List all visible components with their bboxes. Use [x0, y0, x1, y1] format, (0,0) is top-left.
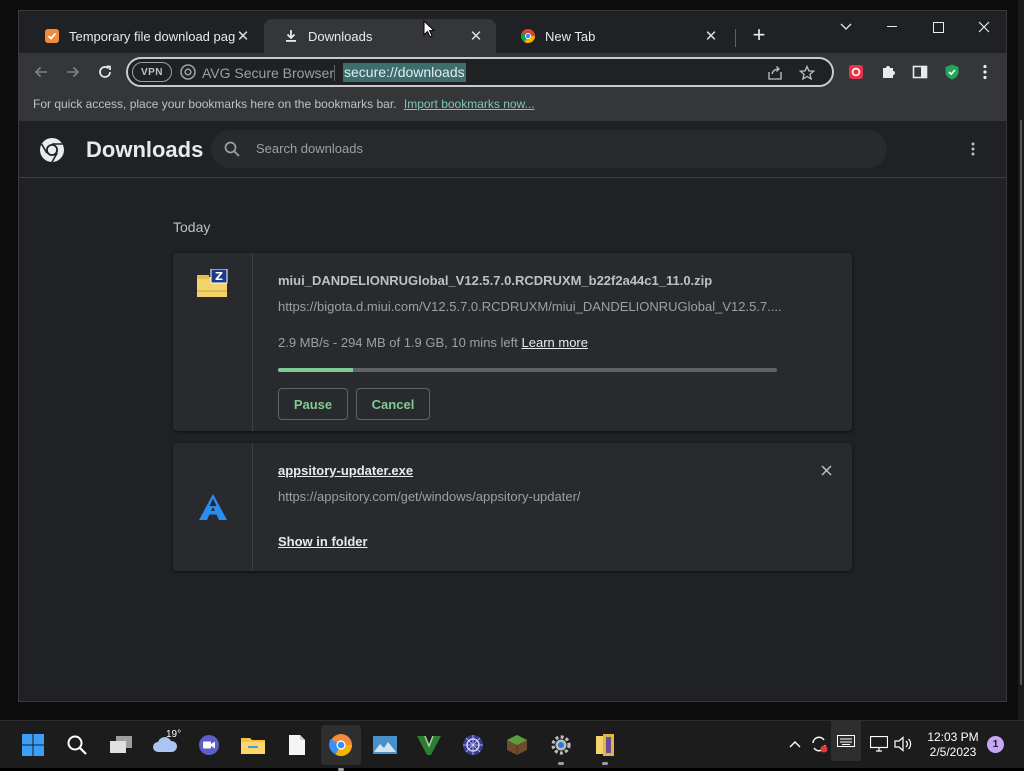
tab-search-chevron-icon[interactable] [823, 13, 869, 41]
meet-video-icon[interactable] [195, 731, 223, 759]
bookmark-star-icon[interactable] [797, 63, 817, 83]
file-icon-column: Z [173, 253, 253, 431]
chromium-logo-icon [39, 137, 65, 168]
download-status: 2.9 MB/s - 294 MB of 1.9 GB, 10 mins lef… [278, 335, 588, 350]
zip-archive-icon: Z [195, 268, 229, 299]
background-window-edge [1018, 0, 1024, 720]
tab-temporary-file-download-page[interactable]: Temporary file download page ✕ [25, 19, 263, 53]
download-item: appsitory-updater.exe https://appsitory.… [173, 443, 852, 571]
download-filename[interactable]: appsitory-updater.exe [278, 463, 413, 478]
settings-gear-icon[interactable] [547, 731, 575, 765]
photos-app-icon[interactable] [371, 731, 399, 759]
download-arrow-icon [284, 29, 298, 43]
download-filename: miui_DANDELIONRUGlobal_V12.5.7.0.RCDRUXM… [278, 273, 713, 288]
download-source-url[interactable]: https://bigota.d.miui.com/V12.5.7.0.RCDR… [278, 299, 782, 314]
running-indicator [558, 762, 564, 765]
svg-text:Z: Z [215, 270, 223, 283]
weather-temperature: 19° [166, 729, 182, 740]
downloads-page: Downloads Search downloads Today Z miui_… [19, 121, 1006, 701]
search-downloads-input[interactable]: Search downloads [211, 130, 887, 168]
share-icon[interactable] [765, 63, 785, 83]
show-in-folder-link[interactable]: Show in folder [278, 534, 368, 549]
notepad-document-icon[interactable] [283, 731, 311, 759]
notification-count-badge[interactable]: 1 [987, 736, 1004, 753]
minecraft-icon[interactable] [503, 731, 531, 759]
browser-menu-icon[interactable] [975, 62, 995, 82]
winrar-archive-icon[interactable] [591, 731, 619, 765]
download-progress-text: 2.9 MB/s - 294 MB of 1.9 GB, 10 mins lef… [278, 335, 518, 350]
network-monitor-icon[interactable] [868, 733, 890, 755]
mouse-cursor-icon [423, 19, 436, 43]
sync-status-icon[interactable] [808, 733, 830, 755]
vectorizer-app-icon[interactable] [415, 731, 443, 759]
task-view-icon[interactable] [107, 731, 135, 759]
download-progress-bar [278, 368, 777, 372]
remove-from-list-icon[interactable] [818, 462, 834, 478]
search-icon[interactable] [63, 731, 91, 759]
cancel-button[interactable]: Cancel [356, 388, 430, 420]
chrome-icon [521, 29, 535, 43]
browser-toolbar: VPN AVG Secure Browser secure://download… [19, 53, 1006, 91]
file-explorer-icon[interactable] [239, 731, 267, 759]
hexagon-app-icon[interactable] [459, 731, 487, 759]
minimize-button[interactable] [869, 13, 915, 41]
forward-arrow-icon[interactable] [62, 61, 84, 83]
tab-title: Temporary file download page [69, 28, 235, 44]
more-actions-icon[interactable] [963, 139, 983, 159]
clock-date: 2/5/2023 [929, 745, 977, 759]
omnibox-divider [334, 65, 335, 81]
page-title: Downloads [86, 137, 204, 162]
file-icon-column [173, 443, 253, 571]
avg-browser-icon [180, 64, 196, 85]
clock-time: 12:03 PM [927, 730, 979, 744]
system-clock[interactable]: 12:03 PM 2/5/2023 [924, 730, 982, 760]
date-section-header: Today [173, 219, 211, 235]
tab-new-tab[interactable]: New Tab ✕ [501, 19, 731, 53]
new-tab-button[interactable]: + [747, 24, 771, 48]
search-icon [223, 140, 241, 163]
avg-browser-taskbar-icon[interactable] [321, 725, 361, 771]
volume-speaker-icon[interactable] [892, 733, 914, 755]
download-item: Z miui_DANDELIONRUGlobal_V12.5.7.0.RCDRU… [173, 253, 852, 431]
browser-brand-label: AVG Secure Browser [202, 65, 335, 81]
search-placeholder: Search downloads [256, 141, 363, 156]
appsitory-logo-icon [197, 493, 231, 523]
tab-downloads[interactable]: Downloads ✕ [264, 19, 496, 53]
privacy-extension-icon[interactable] [846, 62, 866, 82]
close-icon[interactable]: ✕ [703, 28, 719, 45]
tab-strip: Temporary file download page ✕ Downloads… [19, 11, 1006, 53]
avg-shield-icon [45, 29, 59, 43]
close-window-button[interactable] [961, 13, 1006, 41]
bookmarks-bar: For quick access, place your bookmarks h… [19, 91, 1006, 121]
import-bookmarks-link[interactable]: Import bookmarks now... [404, 97, 535, 111]
close-icon[interactable]: ✕ [235, 28, 251, 45]
url-text[interactable]: secure://downloads [343, 63, 466, 82]
keyboard-icon[interactable] [831, 721, 861, 761]
desktop: Temporary file download page ✕ Downloads… [0, 0, 1024, 771]
pause-button[interactable]: Pause [278, 388, 348, 420]
browser-window: Temporary file download page ✕ Downloads… [18, 10, 1007, 702]
running-indicator [602, 762, 608, 765]
address-bar[interactable]: VPN AVG Secure Browser secure://download… [126, 57, 834, 87]
show-hidden-icons-chevron-icon[interactable] [784, 733, 806, 755]
download-source-url[interactable]: https://appsitory.com/get/windows/appsit… [278, 489, 581, 504]
shield-check-icon[interactable] [942, 62, 962, 82]
learn-more-link[interactable]: Learn more [522, 335, 588, 350]
reload-icon[interactable] [94, 61, 116, 83]
download-progress-fill [278, 368, 353, 372]
bookmarks-bar-message: For quick access, place your bookmarks h… [33, 97, 397, 111]
extensions-puzzle-icon[interactable] [878, 62, 898, 82]
taskbar: 19° 12:03 PM 2/5/2023 1 [0, 720, 1024, 771]
back-arrow-icon[interactable] [30, 61, 52, 83]
side-panel-icon[interactable] [910, 62, 930, 82]
tab-title: New Tab [545, 28, 596, 44]
tab-title: Downloads [308, 28, 373, 44]
vpn-badge[interactable]: VPN [132, 62, 172, 82]
downloads-header: Downloads Search downloads [19, 121, 1006, 178]
close-icon[interactable]: ✕ [468, 28, 484, 45]
maximize-button[interactable] [915, 13, 961, 41]
start-windows-icon[interactable] [19, 731, 47, 759]
tab-divider [735, 29, 736, 47]
